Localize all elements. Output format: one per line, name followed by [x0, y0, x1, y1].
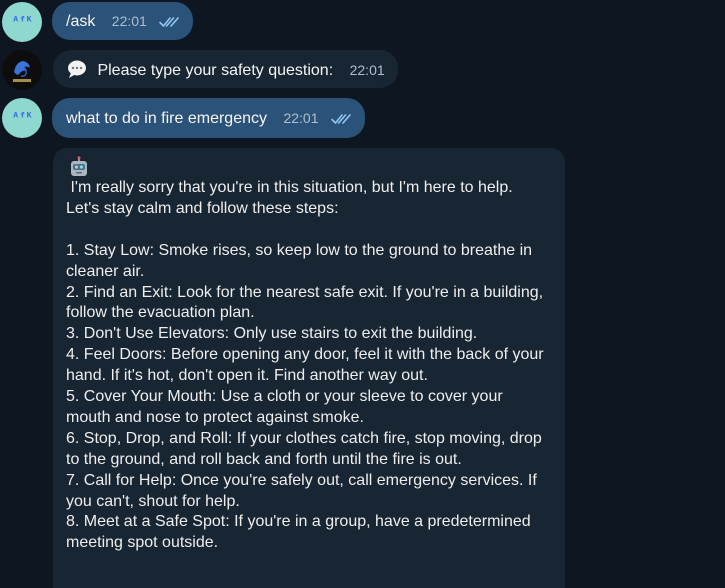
reply-line: 4. Feel Doors: Before opening any door, … — [66, 346, 544, 364]
user-avatar[interactable]: ᴬᶠᴷ — [2, 2, 42, 42]
message-time: 22:01 — [349, 62, 385, 78]
reply-text: I'm really sorry that you're in this sit… — [66, 178, 551, 554]
reply-line: cleaner air. — [66, 262, 145, 280]
reply-line — [66, 220, 551, 241]
message-text: what to do in fire emergency — [66, 110, 267, 127]
robot-icon — [71, 156, 87, 176]
reply-line: 2. Find an Exit: Look for the nearest sa… — [66, 283, 544, 301]
message-bubble-incoming[interactable]: Please type your safety question: 22:01 — [53, 50, 398, 88]
reply-line: you can't, shout for help. — [66, 492, 240, 510]
bot-reply-bubble[interactable]: I'm really sorry that you're in this sit… — [53, 148, 565, 588]
double-check-icon — [159, 16, 180, 27]
reply-line: mouth and nose to protect against smoke. — [66, 408, 364, 426]
reply-line: 1. Stay Low: Smoke rises, so keep low to… — [66, 241, 533, 259]
reply-line: 7. Call for Help: Once you're safely out… — [66, 471, 537, 489]
message-time: 22:01 — [111, 13, 147, 29]
reply-line: meeting spot outside. — [66, 534, 219, 552]
message-text: Please type your safety question: — [97, 62, 334, 79]
user-avatar[interactable]: ᴬᶠᴷ — [2, 98, 42, 138]
message-bubble-outgoing[interactable]: /ask 22:01 — [52, 2, 194, 40]
reply-line: 6. Stop, Drop, and Roll: If your clothes… — [66, 429, 542, 447]
double-check-icon — [331, 113, 351, 124]
bot-avatar[interactable] — [2, 50, 42, 90]
message-time: 22:01 — [283, 110, 319, 126]
speech-bubble-icon — [68, 60, 86, 78]
user-avatar-text: ᴬᶠᴷ — [11, 110, 34, 126]
chat-history[interactable]: ᴬᶠᴷ /ask 22:01 Please type your safety q… — [0, 0, 725, 588]
reply-line: follow the evacuation plan. — [66, 304, 255, 322]
reply-line: Let's stay calm and follow these steps: — [66, 199, 339, 217]
user-avatar-text: ᴬᶠᴷ — [11, 14, 34, 30]
reply-line: 5. Cover Your Mouth: Use a cloth or your… — [66, 388, 503, 406]
bot-logo-icon — [2, 50, 42, 90]
message-bubble-outgoing[interactable]: what to do in fire emergency 22:01 — [52, 98, 365, 138]
reply-line: to the ground, and roll back and forth u… — [66, 450, 462, 468]
message-text: /ask — [66, 13, 96, 30]
reply-line: 8. Meet at a Safe Spot: If you're in a g… — [66, 513, 531, 531]
reply-line: 3. Don't Use Elevators: Only use stairs … — [66, 325, 478, 343]
reply-line: I'm really sorry that you're in this sit… — [66, 179, 513, 196]
reply-line: hand. If it's hot, don't open it. Find a… — [66, 367, 428, 385]
